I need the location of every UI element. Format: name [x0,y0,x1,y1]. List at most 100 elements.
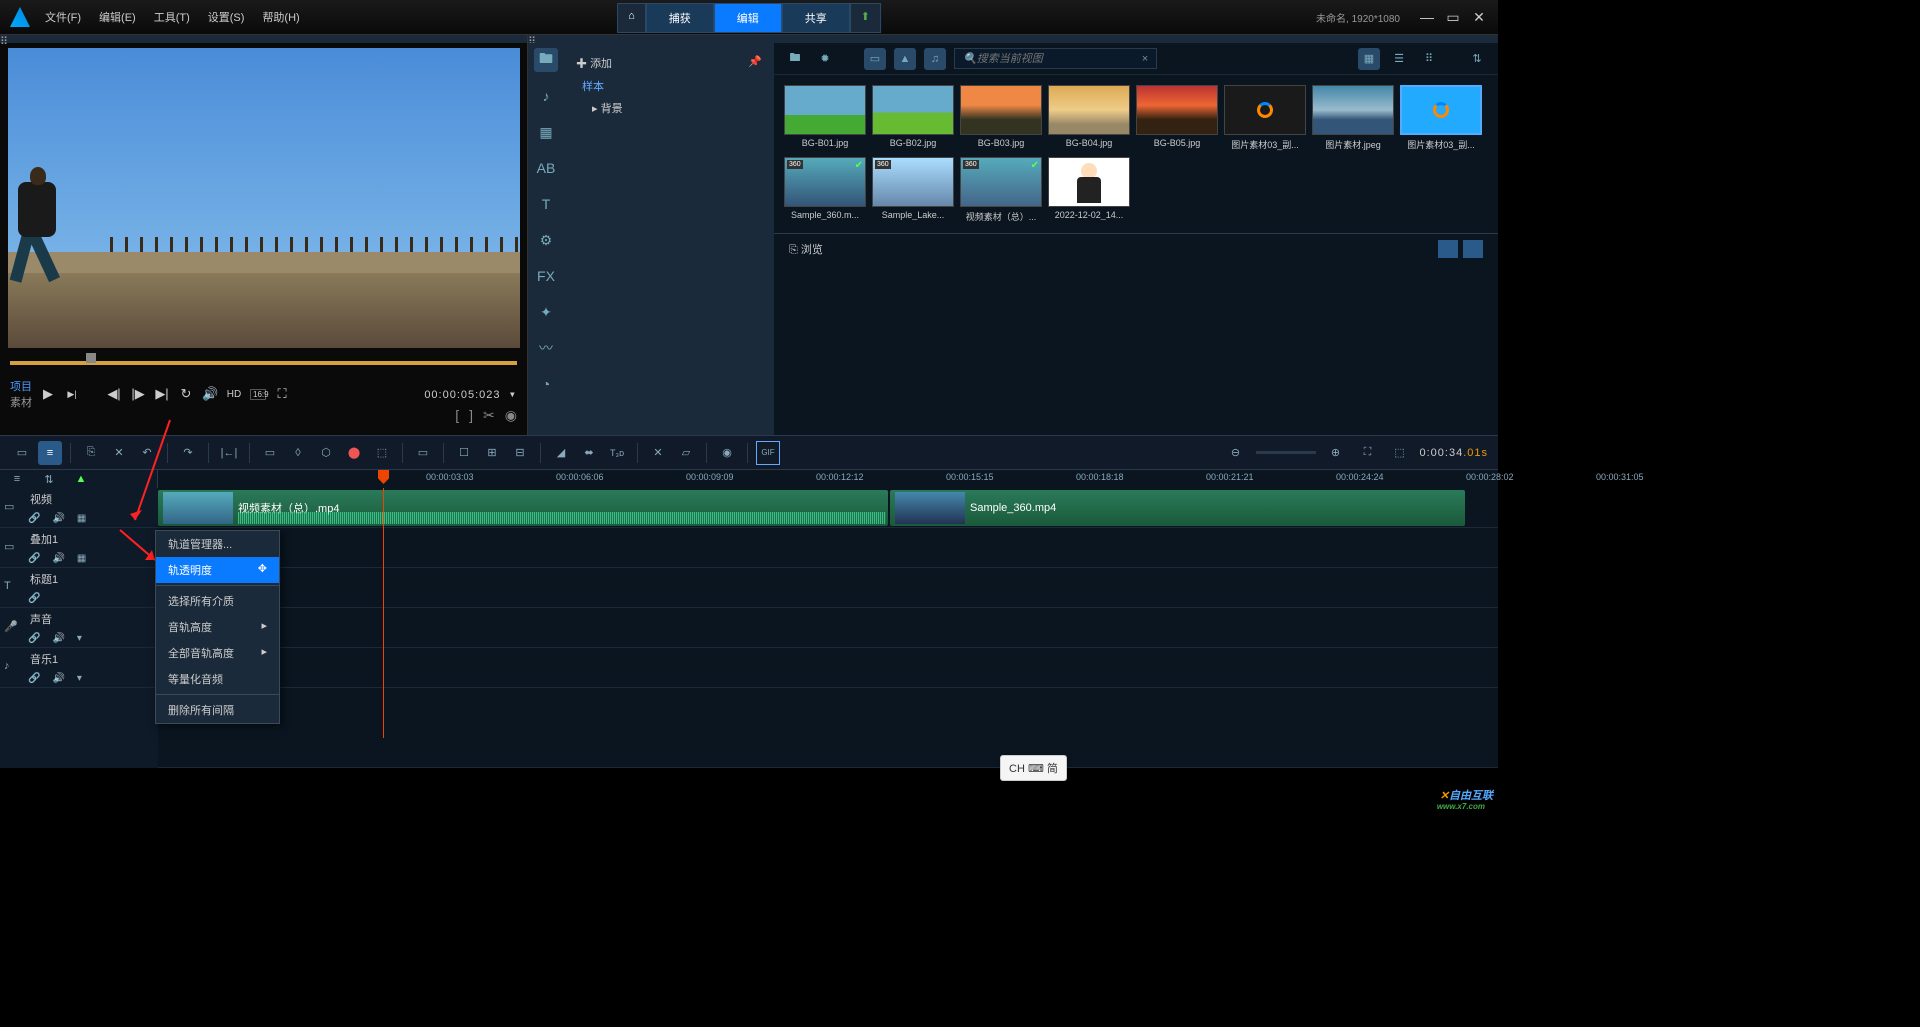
tl-tool-8-icon[interactable]: ⬚ [370,441,394,465]
tools-category-icon[interactable]: ✦ [534,300,558,324]
zoom-fit-icon[interactable]: ⛶ [1356,441,1380,465]
next-button[interactable]: |▶ [130,386,146,402]
undo-icon[interactable]: ↶ [135,441,159,465]
end-button[interactable]: ▶| [154,386,170,402]
goto-start-button[interactable]: ▶| [64,389,80,400]
fx-category-icon[interactable]: FX [534,264,558,288]
track-header-video[interactable]: ▭ 视频 🔗 🔊 ▦ [0,488,158,528]
tl-tool-10-icon[interactable]: ☐ [452,441,476,465]
track-header-overlay1[interactable]: ▭ 叠加1 🔗 🔊 ▦ [0,528,158,568]
track-lanes[interactable]: 视频素材（总）.mp4 Sample_360.mp4 [158,488,1498,768]
mute-icon[interactable]: 🔊 [52,633,64,644]
tl-tool-7-icon[interactable]: ⬤ [342,441,366,465]
thumb-item[interactable]: 360✔视频素材（总）... [960,157,1042,223]
close-button[interactable]: ✕ [1470,9,1488,26]
play-button[interactable]: ▶ [40,386,56,402]
tl-tool-14-icon[interactable]: ⬌ [577,441,601,465]
track-header-music1[interactable]: ♪ 音乐1 🔗 🔊 ▾ [0,648,158,688]
thumb-item[interactable]: BG-B04.jpg [1048,85,1130,151]
capture-tab[interactable]: 捕获 [646,3,714,33]
import-icon[interactable]: 🖿 [784,48,806,70]
ctx-normalize-audio[interactable]: 等量化音频 [156,666,279,692]
edit-tab[interactable]: 编辑 [714,3,782,33]
filter-video-icon[interactable]: ▭ [864,48,886,70]
tl-tool-5-icon[interactable]: ◊ [286,441,310,465]
timeline-timecode[interactable]: 0:00:34.01s [1420,446,1489,459]
footer-toggle-1[interactable] [1438,240,1458,258]
tl-tool-1-icon[interactable]: ⎘ [79,441,103,465]
preview-timecode[interactable]: 00:00:05:023 ▾ [424,387,517,401]
preview-mode-toggle[interactable]: 项目 素材 [10,378,32,410]
chevron-down-icon[interactable]: ▾ [77,673,82,684]
track-header-title1[interactable]: T 标题1 🔗 [0,568,158,608]
mute-icon[interactable]: 🔊 [52,513,64,524]
zoom-in-icon[interactable]: ⊕ [1324,441,1348,465]
tl-record-icon[interactable]: ◉ [715,441,739,465]
footer-toggle-2[interactable] [1463,240,1483,258]
tl-tool-12-icon[interactable]: ⊟ [508,441,532,465]
storyboard-view-icon[interactable]: ▭ [10,441,34,465]
title-category-icon[interactable]: T [534,192,558,216]
mark-out-icon[interactable]: ] [469,407,473,424]
thumb-item[interactable]: 360✔Sample_360.m... [784,157,866,223]
home-tab[interactable]: ⌂ [617,3,646,33]
mute-icon[interactable]: 🔊 [52,553,64,564]
browse-icon[interactable]: ⎘ 浏览 [789,241,823,257]
transition-category-icon[interactable]: AB [534,156,558,180]
filter-image-icon[interactable]: ▲ [894,48,916,70]
preview-scrubber[interactable] [10,353,517,373]
minimize-button[interactable]: — [1418,9,1436,25]
menu-help[interactable]: 帮助(H) [262,9,299,25]
preview-drag-handle[interactable]: ⠿ [0,35,527,43]
thumb-item[interactable]: BG-B05.jpg [1136,85,1218,151]
ctx-track-manager[interactable]: 轨道管理器... [156,531,279,557]
search-input[interactable] [977,53,1142,65]
tracking-category-icon[interactable]: ◔ [534,372,558,396]
tl-tool-9-icon[interactable]: ▭ [411,441,435,465]
library-drag-handle[interactable]: ⠿ [528,35,1498,43]
audio-category-icon[interactable]: ♪ [534,84,558,108]
tl-tool-13-icon[interactable]: ◢ [549,441,573,465]
chevron-down-icon[interactable]: ▾ [77,633,82,644]
tree-sample[interactable]: 样本 [572,75,766,97]
prev-button[interactable]: ◀| [106,386,122,402]
thumb-item[interactable]: 图片素材03_副... [1400,85,1482,151]
link-icon[interactable]: 🔗 [28,553,40,564]
ctx-audio-height[interactable]: 音轨高度▸ [156,614,279,640]
tl-tool-2-icon[interactable]: ✕ [107,441,131,465]
tl-tool-6-icon[interactable]: ⬡ [314,441,338,465]
filter-audio-icon[interactable]: ♫ [924,48,946,70]
ctx-select-all-media[interactable]: 选择所有介质 [156,588,279,614]
volume-button[interactable]: 🔊 [202,386,218,402]
grid-icon[interactable]: ▦ [77,553,86,564]
tl-gif-icon[interactable]: GIF [756,441,780,465]
ctx-remove-gaps[interactable]: 删除所有间隔 [156,697,279,723]
mark-in-icon[interactable]: [ [455,407,459,424]
thumb-item[interactable]: BG-B02.jpg [872,85,954,151]
thumb-item[interactable]: BG-B03.jpg [960,85,1042,151]
sort-icon[interactable]: ⇅ [1466,48,1488,70]
aspect-toggle[interactable]: 16:9 [250,389,266,400]
zoom-slider[interactable] [1256,451,1316,454]
search-box[interactable]: 🔍 × [954,48,1157,69]
snapshot-icon[interactable]: ◉ [505,407,517,424]
gear-icon[interactable]: ✹ [814,48,836,70]
link-icon[interactable]: 🔗 [28,513,40,524]
link-icon[interactable]: 🔗 [28,593,40,604]
mute-icon[interactable]: 🔊 [52,673,64,684]
video-clip-1[interactable]: 视频素材（总）.mp4 [158,490,888,526]
grid-icon[interactable]: ▦ [77,513,86,524]
upload-tab[interactable]: ⬆ [850,3,881,33]
view-list-icon[interactable]: ☰ [1388,48,1410,70]
hd-toggle[interactable]: HD [226,389,242,400]
redo-icon[interactable]: ↷ [176,441,200,465]
menu-edit[interactable]: 编辑(E) [99,9,136,25]
path-category-icon[interactable]: 〰 [534,336,558,360]
zoom-fit2-icon[interactable]: ⬚ [1388,441,1412,465]
thumb-item[interactable]: 360Sample_Lake... [872,157,954,223]
ctx-track-opacity[interactable]: 轨透明度✥ [156,557,279,583]
playhead[interactable] [383,488,384,738]
share-tab[interactable]: 共享 [782,3,850,33]
timeline-view-icon[interactable]: ≡ [38,441,62,465]
cut-icon[interactable]: ✂ [483,407,495,424]
